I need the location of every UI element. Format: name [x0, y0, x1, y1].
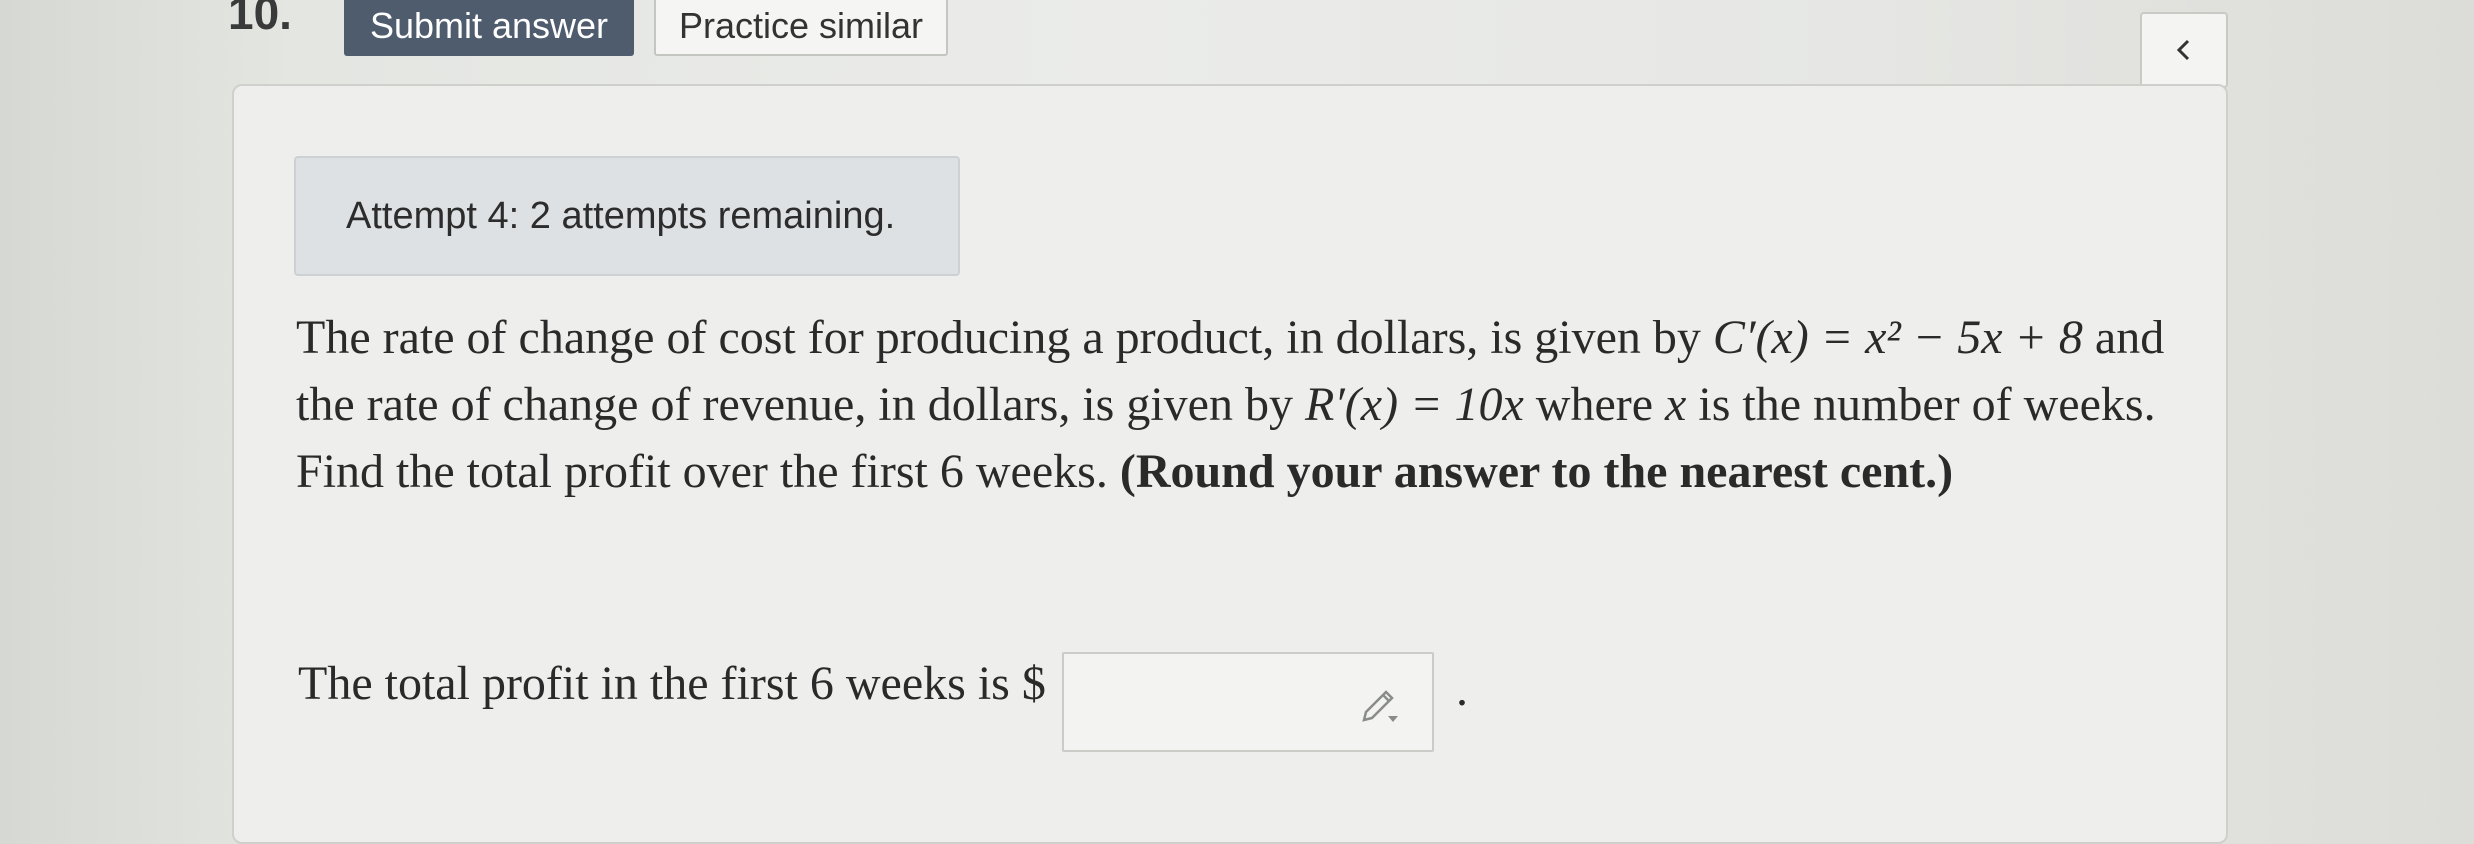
question-number: 10. — [228, 0, 292, 39]
practice-similar-button[interactable]: Practice similar — [654, 0, 948, 56]
variable-x: x — [1665, 378, 1687, 431]
question-part-3: where — [1523, 378, 1666, 431]
answer-prompt: The total profit in the first 6 weeks is… — [298, 657, 1046, 710]
chevron-left-icon — [2176, 39, 2190, 61]
question-part-1: The rate of change of cost for producing… — [296, 311, 1713, 364]
revenue-formula: R′(x) = 10x — [1304, 378, 1524, 431]
question-text: The rate of change of cost for producing… — [296, 304, 2176, 505]
rounding-instruction: (Round your answer to the nearest cent.) — [1119, 445, 1954, 498]
answer-period: . — [1456, 663, 1468, 716]
cost-formula: C′(x) = x² − 5x + 8 — [1712, 311, 2083, 364]
pencil-icon[interactable] — [1358, 682, 1402, 726]
answer-input[interactable] — [1062, 652, 1434, 752]
attempt-text: Attempt 4: 2 attempts remaining. — [346, 194, 896, 237]
back-button[interactable] — [2140, 12, 2228, 88]
attempt-status: Attempt 4: 2 attempts remaining. — [294, 156, 960, 276]
submit-answer-button[interactable]: Submit answer — [344, 0, 634, 56]
